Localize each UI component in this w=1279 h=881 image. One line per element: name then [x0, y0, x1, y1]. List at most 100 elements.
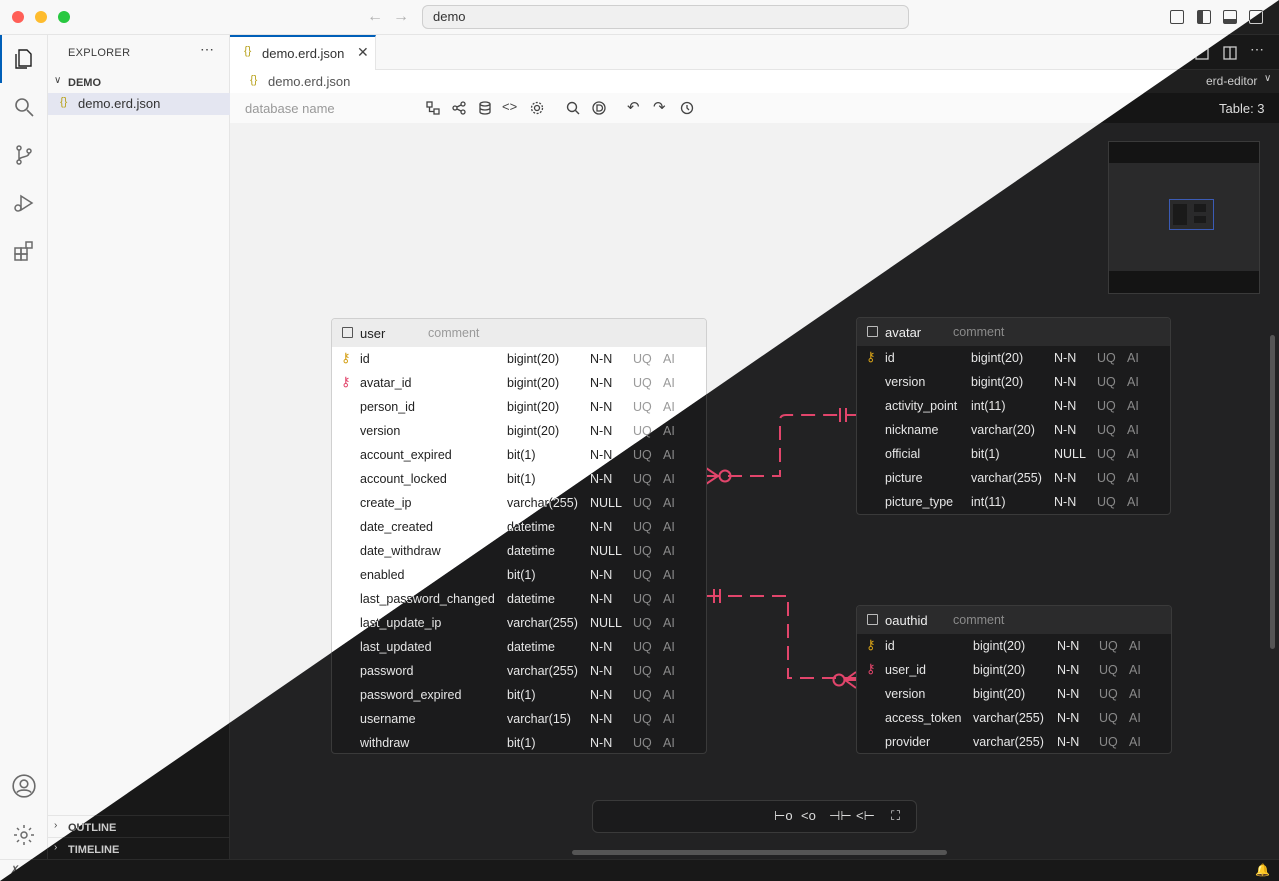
run-debug-icon[interactable] [0, 179, 48, 227]
column-null[interactable]: N-N [1057, 663, 1079, 677]
column-row[interactable]: date_withdraw datetime NULL UQ AI [332, 539, 706, 563]
column-auto-increment[interactable]: AI [663, 544, 675, 558]
table-comment[interactable]: comment [428, 326, 479, 340]
column-row[interactable]: official bit(1) NULL UQ AI [857, 442, 1170, 466]
column-type[interactable]: datetime [507, 520, 555, 534]
column-auto-increment[interactable]: AI [1129, 735, 1141, 749]
column-unique[interactable]: UQ [1097, 447, 1116, 461]
explorer-icon[interactable] [0, 35, 48, 83]
one-only-icon[interactable]: ⊣⊢ [829, 808, 852, 824]
column-null[interactable]: N-N [590, 520, 612, 534]
column-name[interactable]: nickname [885, 423, 939, 437]
column-type[interactable]: bigint(20) [973, 639, 1025, 653]
column-auto-increment[interactable]: AI [663, 376, 675, 390]
column-type[interactable]: bit(1) [507, 688, 535, 702]
column-type[interactable]: varchar(255) [507, 616, 578, 630]
column-auto-increment[interactable]: AI [663, 616, 675, 630]
column-null[interactable]: N-N [590, 400, 612, 414]
column-unique[interactable]: UQ [633, 592, 652, 606]
column-unique[interactable]: UQ [1097, 399, 1116, 413]
column-name[interactable]: date_withdraw [360, 544, 441, 558]
column-name[interactable]: date_created [360, 520, 433, 534]
column-row[interactable]: last_update_ip varchar(255) NULL UQ AI [332, 611, 706, 635]
column-auto-increment[interactable]: AI [663, 664, 675, 678]
hand-tool-icon[interactable]: ✋ [601, 807, 620, 825]
bell-icon[interactable]: 🔔 [1255, 863, 1270, 877]
column-null[interactable]: N-N [1054, 351, 1076, 365]
relationship-tool-icon[interactable] [426, 101, 440, 115]
column-row[interactable]: enabled bit(1) N-N UQ AI [332, 563, 706, 587]
column-name[interactable]: picture [885, 471, 923, 485]
column-null[interactable]: N-N [590, 472, 612, 486]
column-name[interactable]: provider [885, 735, 930, 749]
column-unique[interactable]: UQ [633, 352, 652, 366]
timeline-section[interactable]: › TIMELINE [48, 837, 230, 859]
redo-icon[interactable]: ↷ [653, 98, 666, 116]
column-row[interactable]: access_token varchar(255) N-N UQ AI [857, 706, 1171, 730]
column-unique[interactable]: UQ [633, 664, 652, 678]
column-name[interactable]: user_id [885, 663, 926, 677]
column-type[interactable]: datetime [507, 592, 555, 606]
column-unique[interactable]: UQ [633, 688, 652, 702]
code-icon[interactable]: <> [502, 99, 517, 114]
column-name[interactable]: username [360, 712, 416, 726]
column-null[interactable]: N-N [1054, 495, 1076, 509]
column-auto-increment[interactable]: AI [663, 568, 675, 582]
column-type[interactable]: varchar(20) [971, 423, 1035, 437]
column-auto-increment[interactable]: AI [1129, 639, 1141, 653]
column-auto-increment[interactable]: AI [1129, 687, 1141, 701]
column-null[interactable]: N-N [1057, 687, 1079, 701]
column-type[interactable]: bigint(20) [507, 376, 559, 390]
accounts-icon[interactable] [0, 762, 48, 810]
search-icon[interactable] [0, 83, 48, 131]
forward-arrow-icon[interactable]: → [392, 8, 410, 26]
column-auto-increment[interactable]: AI [663, 712, 675, 726]
column-row[interactable]: password varchar(255) N-N UQ AI [332, 659, 706, 683]
table-header[interactable]: user comment [332, 319, 706, 347]
column-null[interactable]: N-N [590, 424, 612, 438]
warning-count[interactable]: 0 [92, 863, 99, 877]
column-type[interactable]: bigint(20) [973, 663, 1025, 677]
maximize-window-button[interactable] [58, 11, 70, 23]
table-comment[interactable]: comment [953, 325, 1004, 339]
column-auto-increment[interactable]: AI [1127, 495, 1139, 509]
column-null[interactable]: NULL [590, 496, 622, 510]
column-null[interactable]: NULL [590, 616, 622, 630]
column-unique[interactable]: UQ [633, 448, 652, 462]
column-row[interactable]: picture_type int(11) N-N UQ AI [857, 490, 1170, 514]
column-type[interactable]: bigint(20) [973, 687, 1025, 701]
column-row[interactable]: ⚷ id bigint(20) N-N UQ AI [857, 346, 1170, 370]
database-icon[interactable] [478, 101, 492, 115]
table-name[interactable]: oauthid [885, 613, 928, 628]
column-unique[interactable]: UQ [1097, 423, 1116, 437]
column-type[interactable]: varchar(255) [507, 496, 578, 510]
column-unique[interactable]: UQ [633, 616, 652, 630]
column-auto-increment[interactable]: AI [663, 424, 675, 438]
column-type[interactable]: bit(1) [507, 472, 535, 486]
find-icon[interactable] [566, 101, 580, 115]
remote-icon[interactable]: ✗ [10, 863, 20, 877]
column-type[interactable]: int(11) [971, 495, 1006, 509]
column-row[interactable]: last_updated datetime N-N UQ AI [332, 635, 706, 659]
column-name[interactable]: official [885, 447, 920, 461]
column-null[interactable]: N-N [1057, 735, 1079, 749]
column-row[interactable]: account_expired bit(1) N-N UQ AI [332, 443, 706, 467]
column-type[interactable]: varchar(255) [973, 711, 1044, 725]
close-tab-icon[interactable]: ✕ [357, 44, 369, 61]
column-unique[interactable]: UQ [633, 736, 652, 750]
column-name[interactable]: version [885, 687, 925, 701]
column-name[interactable]: person_id [360, 400, 415, 414]
back-arrow-icon[interactable]: ← [366, 8, 384, 26]
column-unique[interactable]: UQ [1097, 375, 1116, 389]
column-auto-increment[interactable]: AI [663, 448, 675, 462]
column-auto-increment[interactable]: AI [663, 592, 675, 606]
column-null[interactable]: NULL [590, 544, 622, 558]
column-null[interactable]: N-N [590, 448, 612, 462]
error-count[interactable]: 0 [61, 863, 68, 877]
column-name[interactable]: picture_type [885, 495, 953, 509]
column-type[interactable]: varchar(255) [971, 471, 1042, 485]
column-null[interactable]: N-N [590, 376, 612, 390]
column-unique[interactable]: UQ [633, 496, 652, 510]
file-item[interactable]: {} demo.erd.json [48, 93, 230, 115]
close-window-button[interactable] [12, 11, 24, 23]
